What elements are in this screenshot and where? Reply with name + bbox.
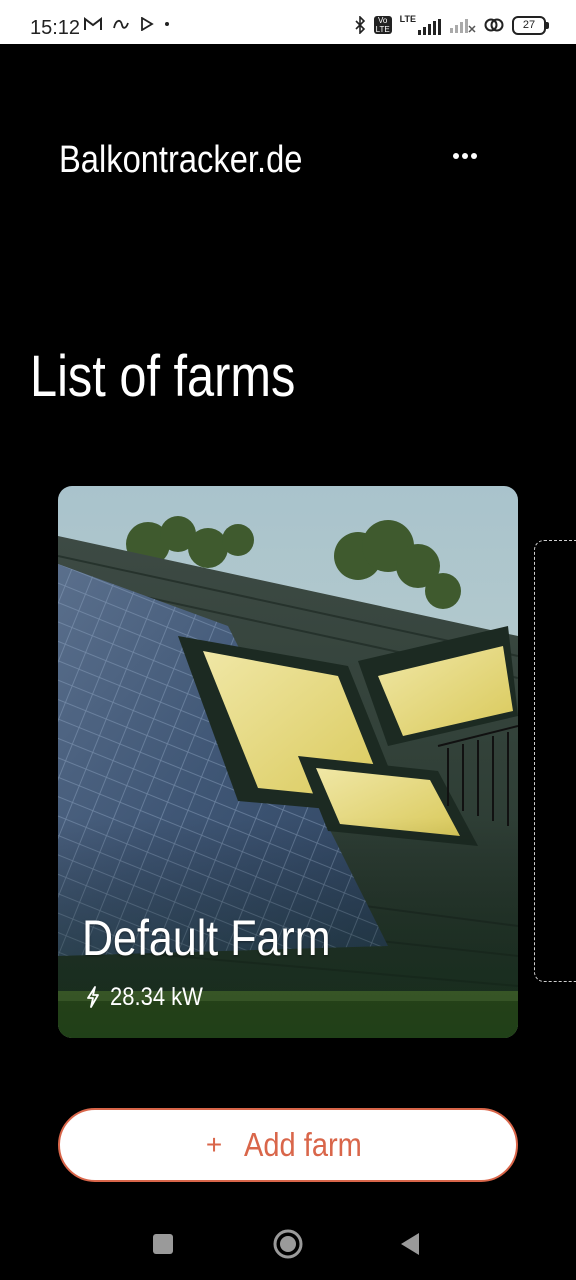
farm-power-value: 28.34 kW [110,983,203,1011]
home-circle-icon [273,1229,303,1259]
system-icons: Vo LTE LTE 27 [354,15,549,35]
gmail-icon [84,17,102,30]
app-notification-icon [113,19,129,29]
signal-empty-icon [450,19,476,33]
page-title: List of farms [30,344,296,409]
add-farm-label: Add farm [244,1126,363,1163]
play-store-icon [141,17,154,31]
farm-power: 28.34 kW [86,982,216,1012]
lte-signal-icon: LTE [400,15,442,35]
volte-icon: Vo LTE [373,16,392,34]
farm-name: Default Farm [82,910,331,966]
more-options-button[interactable] [444,140,486,172]
add-farm-button[interactable]: + Add farm [58,1108,518,1182]
notification-icons [84,17,170,31]
lightning-bolt-icon [87,986,99,1008]
navigation-bar [0,1210,576,1280]
recents-button[interactable] [143,1224,183,1264]
status-bar: 15:12 Vo LTE LTE 27 [0,0,576,44]
dot-icon [165,22,169,26]
back-triangle-icon [401,1233,419,1255]
battery-icon: 27 [512,15,549,35]
home-button[interactable] [268,1224,308,1264]
farm-card[interactable]: Default Farm 28.34 kW [58,486,518,1038]
plus-icon: + [205,1129,223,1160]
app-title: Balkontracker.de [59,139,303,181]
bluetooth-icon [355,16,365,34]
next-card-placeholder[interactable] [534,540,576,982]
more-horizontal-icon [453,153,477,159]
back-button[interactable] [390,1224,430,1264]
volte-line2: LTE [375,25,390,34]
network-type: LTE [399,14,416,24]
hotspot-link-icon [484,18,504,32]
volte-line1: Vo [377,16,388,25]
status-time: 15:12 [30,17,81,39]
battery-level: 27 [522,18,536,31]
recents-square-icon [153,1234,173,1254]
